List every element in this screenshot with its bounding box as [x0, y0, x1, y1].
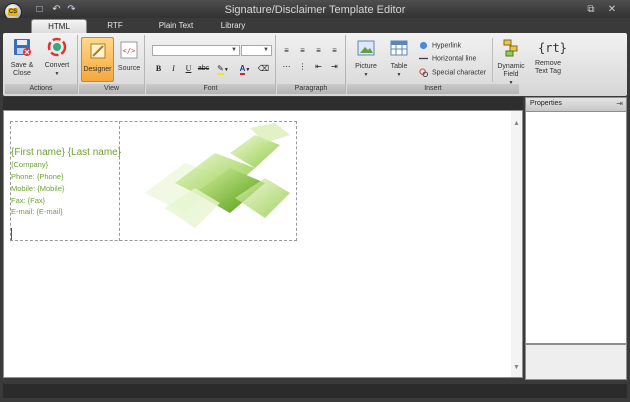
remove-text-tag-icon: {rt}	[538, 41, 567, 55]
dropdown-arrow-icon: ▼	[363, 72, 369, 78]
italic-icon[interactable]: I	[167, 63, 180, 75]
bold-icon[interactable]: B	[152, 63, 165, 75]
tab-plain-text[interactable]: Plain Text	[148, 19, 204, 33]
group-label-paragraph: Paragraph	[277, 84, 345, 94]
convert-button[interactable]: Convert ▼	[41, 37, 73, 78]
dropdown-arrow-icon: ▼	[245, 67, 251, 73]
font-color-button[interactable]: A▼	[236, 63, 254, 75]
save-close-label: Save & Close	[10, 62, 34, 77]
designer-button[interactable]: Designer	[81, 37, 114, 82]
source-button[interactable]: </> Source	[116, 40, 142, 73]
hyperlink-label: Hyperlink	[432, 42, 462, 50]
signature-phone[interactable]: Phone: {Phone}	[11, 172, 64, 181]
text-caret	[11, 228, 12, 240]
special-character-icon	[419, 68, 428, 77]
group-label-actions: Actions	[5, 84, 77, 94]
dropdown-arrow-icon: ▼	[223, 67, 229, 73]
highlight-icon: ✎	[217, 64, 224, 75]
hyperlink-button[interactable]: Hyperlink	[419, 41, 461, 51]
dropdown-arrow-icon: ▼	[396, 72, 402, 78]
dynamic-field-icon	[503, 39, 518, 57]
group-actions: Save & Close Convert ▼ Actions	[5, 35, 78, 94]
scroll-down-icon[interactable]: ▼	[511, 363, 522, 373]
bullet-list-icon[interactable]: ⋯	[280, 61, 293, 73]
signature-name[interactable]: {First name} {Last name}	[11, 147, 121, 158]
horizontal-line-icon	[419, 57, 428, 60]
picture-icon	[357, 40, 375, 56]
font-name-select[interactable]: ▼	[152, 45, 240, 56]
save-close-button[interactable]: Save & Close	[7, 37, 37, 78]
picture-button[interactable]: Picture ▼	[351, 38, 381, 79]
table-label: Table	[390, 63, 408, 70]
signature-fax[interactable]: Fax: {Fax}	[11, 196, 45, 205]
signature-logo-image[interactable]	[125, 123, 295, 240]
signature-company[interactable]: {Company}	[11, 160, 48, 169]
special-character-button[interactable]: Special character	[419, 68, 486, 78]
group-view: Designer </> Source View	[79, 35, 145, 94]
decrease-indent-icon[interactable]: ⇤	[312, 61, 325, 73]
tab-library[interactable]: Library	[210, 19, 256, 33]
designer-icon	[90, 43, 105, 59]
document-header-bar	[3, 97, 523, 110]
group-insert: Picture ▼ Table ▼ Hyperlink Horizontal l…	[347, 35, 567, 94]
signature-email[interactable]: E-mail: {E-mail}	[11, 207, 63, 216]
save-icon	[14, 39, 31, 56]
group-label-view: View	[79, 84, 144, 94]
group-font: ▼ ▼ B I U abc ✎▼ A▼ ⌫ Font	[146, 35, 276, 94]
source-icon: </>	[120, 41, 138, 59]
dropdown-arrow-icon: ▼	[263, 47, 269, 53]
separator	[492, 38, 493, 82]
signature-mobile[interactable]: Mobile: {Mobile}	[11, 184, 64, 193]
restore-icon[interactable]: ⧉	[585, 4, 597, 15]
tab-html[interactable]: HTML	[31, 19, 87, 33]
picture-label: Picture	[355, 63, 377, 70]
group-label-font: Font	[146, 84, 275, 94]
dynamic-field-label: Dynamic Field	[497, 63, 525, 78]
horizontal-line-label: Horizontal line	[432, 55, 477, 63]
highlight-color-button[interactable]: ✎▼	[214, 63, 232, 75]
special-character-label: Special character	[432, 69, 487, 77]
align-center-icon[interactable]: ≡	[296, 45, 309, 57]
align-left-icon[interactable]: ≡	[280, 45, 293, 57]
properties-grid[interactable]	[525, 112, 627, 344]
align-right-icon[interactable]: ≡	[312, 45, 325, 57]
pin-icon[interactable]: ⇥	[616, 99, 623, 108]
underline-icon[interactable]: U	[182, 63, 195, 75]
horizontal-line-button[interactable]: Horizontal line	[419, 54, 476, 64]
group-label-insert: Insert	[347, 84, 519, 94]
table-icon	[390, 40, 408, 56]
table-button[interactable]: Table ▼	[385, 38, 413, 79]
font-size-select[interactable]: ▼	[241, 45, 272, 56]
properties-title: Properties	[530, 100, 562, 107]
strikethrough-icon[interactable]: abc	[197, 63, 210, 75]
group-paragraph: ≡ ≡ ≡ ≡ ⋯ ⋮ ⇤ ⇥ Paragraph	[277, 35, 346, 94]
justify-icon[interactable]: ≡	[328, 45, 341, 57]
convert-icon	[47, 37, 67, 57]
status-bar	[3, 384, 627, 398]
source-label: Source	[117, 65, 141, 72]
dropdown-arrow-icon: ▼	[54, 71, 60, 77]
remove-text-tag-button[interactable]: {rt} Remove Text Tag	[531, 38, 567, 76]
window-title: Signature/Disclaimer Template Editor	[224, 4, 406, 16]
scroll-up-icon[interactable]: ▲	[511, 119, 522, 129]
table-cell-divider	[119, 121, 120, 241]
vertical-scrollbar[interactable]: ▲ ▼	[511, 111, 522, 377]
close-icon[interactable]: ✕	[606, 4, 618, 15]
increase-indent-icon[interactable]: ⇥	[328, 61, 341, 73]
svg-text:</>: </>	[123, 47, 136, 55]
remove-text-tag-label: Remove Text Tag	[534, 60, 562, 75]
clear-formatting-icon[interactable]: ⌫	[257, 63, 270, 75]
tab-rtf[interactable]: RTF	[92, 19, 138, 33]
hyperlink-icon	[419, 41, 428, 50]
numbered-list-icon[interactable]: ⋮	[296, 61, 309, 73]
dynamic-field-button[interactable]: Dynamic Field ▼	[495, 38, 527, 87]
designer-label: Designer	[83, 66, 112, 73]
convert-label: Convert	[44, 62, 70, 69]
dropdown-arrow-icon: ▼	[231, 47, 237, 53]
properties-description	[525, 344, 627, 380]
properties-header: Properties ⇥	[525, 97, 627, 112]
